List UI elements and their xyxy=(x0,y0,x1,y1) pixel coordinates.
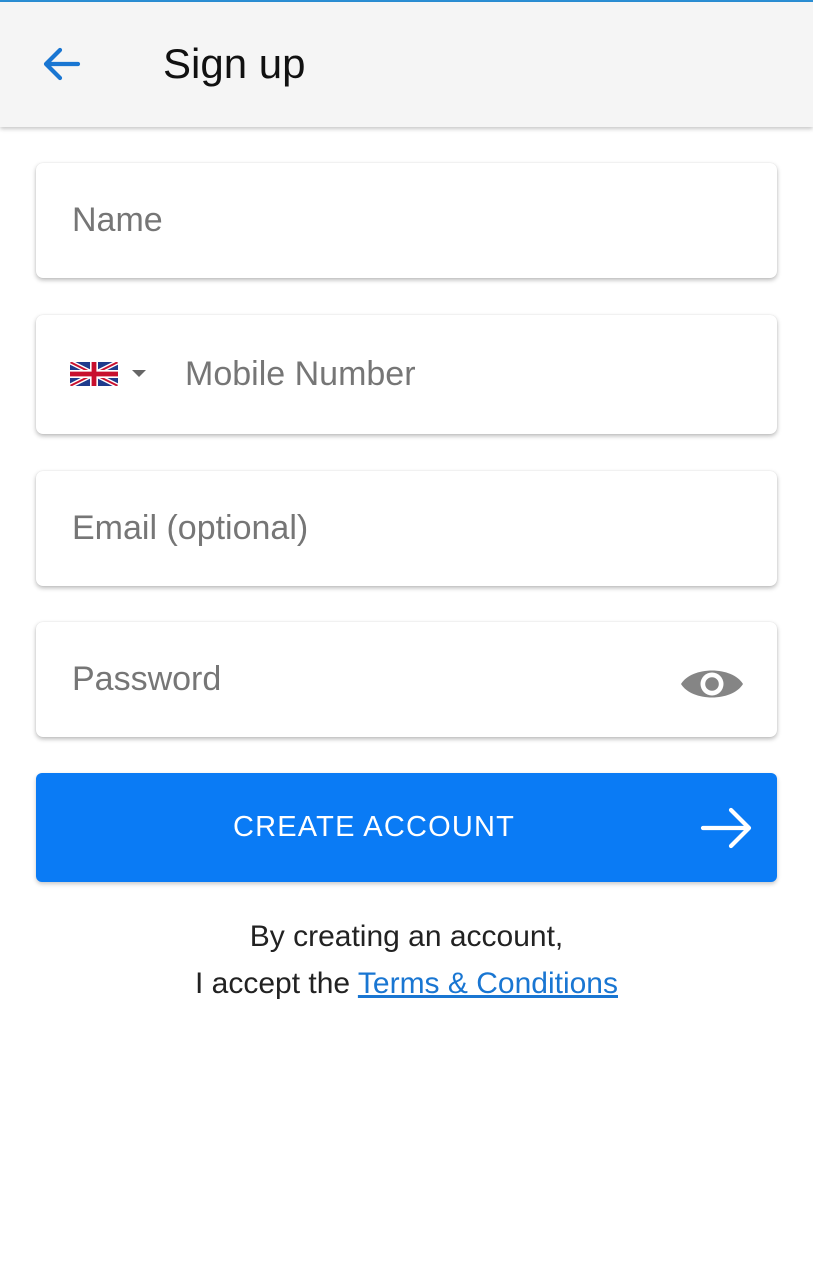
terms-notice: By creating an account, I accept the Ter… xyxy=(0,913,813,1007)
terms-line-2: I accept the Terms & Conditions xyxy=(0,960,813,1007)
eye-icon xyxy=(681,670,743,698)
mobile-number-input[interactable] xyxy=(185,315,755,434)
email-field[interactable] xyxy=(36,471,777,586)
mobile-field[interactable] xyxy=(36,315,777,434)
app-bar: Sign up xyxy=(0,2,813,127)
back-button[interactable] xyxy=(26,28,98,100)
caret-down-icon xyxy=(132,370,146,377)
terms-line-1: By creating an account, xyxy=(249,920,564,953)
country-code-picker[interactable] xyxy=(70,353,152,395)
password-field[interactable] xyxy=(36,622,777,737)
create-account-button[interactable]: CREATE ACCOUNT xyxy=(36,773,777,882)
name-field[interactable] xyxy=(36,163,777,278)
terms-link[interactable]: Terms & Conditions xyxy=(358,967,618,1000)
password-input[interactable] xyxy=(72,622,632,737)
show-password-toggle[interactable] xyxy=(676,656,748,712)
page-title: Sign up xyxy=(163,40,306,87)
terms-prefix: I accept the xyxy=(195,967,358,1000)
arrow-left-icon xyxy=(43,47,81,81)
email-input[interactable] xyxy=(72,471,752,586)
uk-flag-icon xyxy=(70,362,118,386)
arrow-right-icon xyxy=(700,807,752,849)
name-input[interactable] xyxy=(72,163,752,278)
create-account-label: CREATE ACCOUNT xyxy=(232,811,516,843)
